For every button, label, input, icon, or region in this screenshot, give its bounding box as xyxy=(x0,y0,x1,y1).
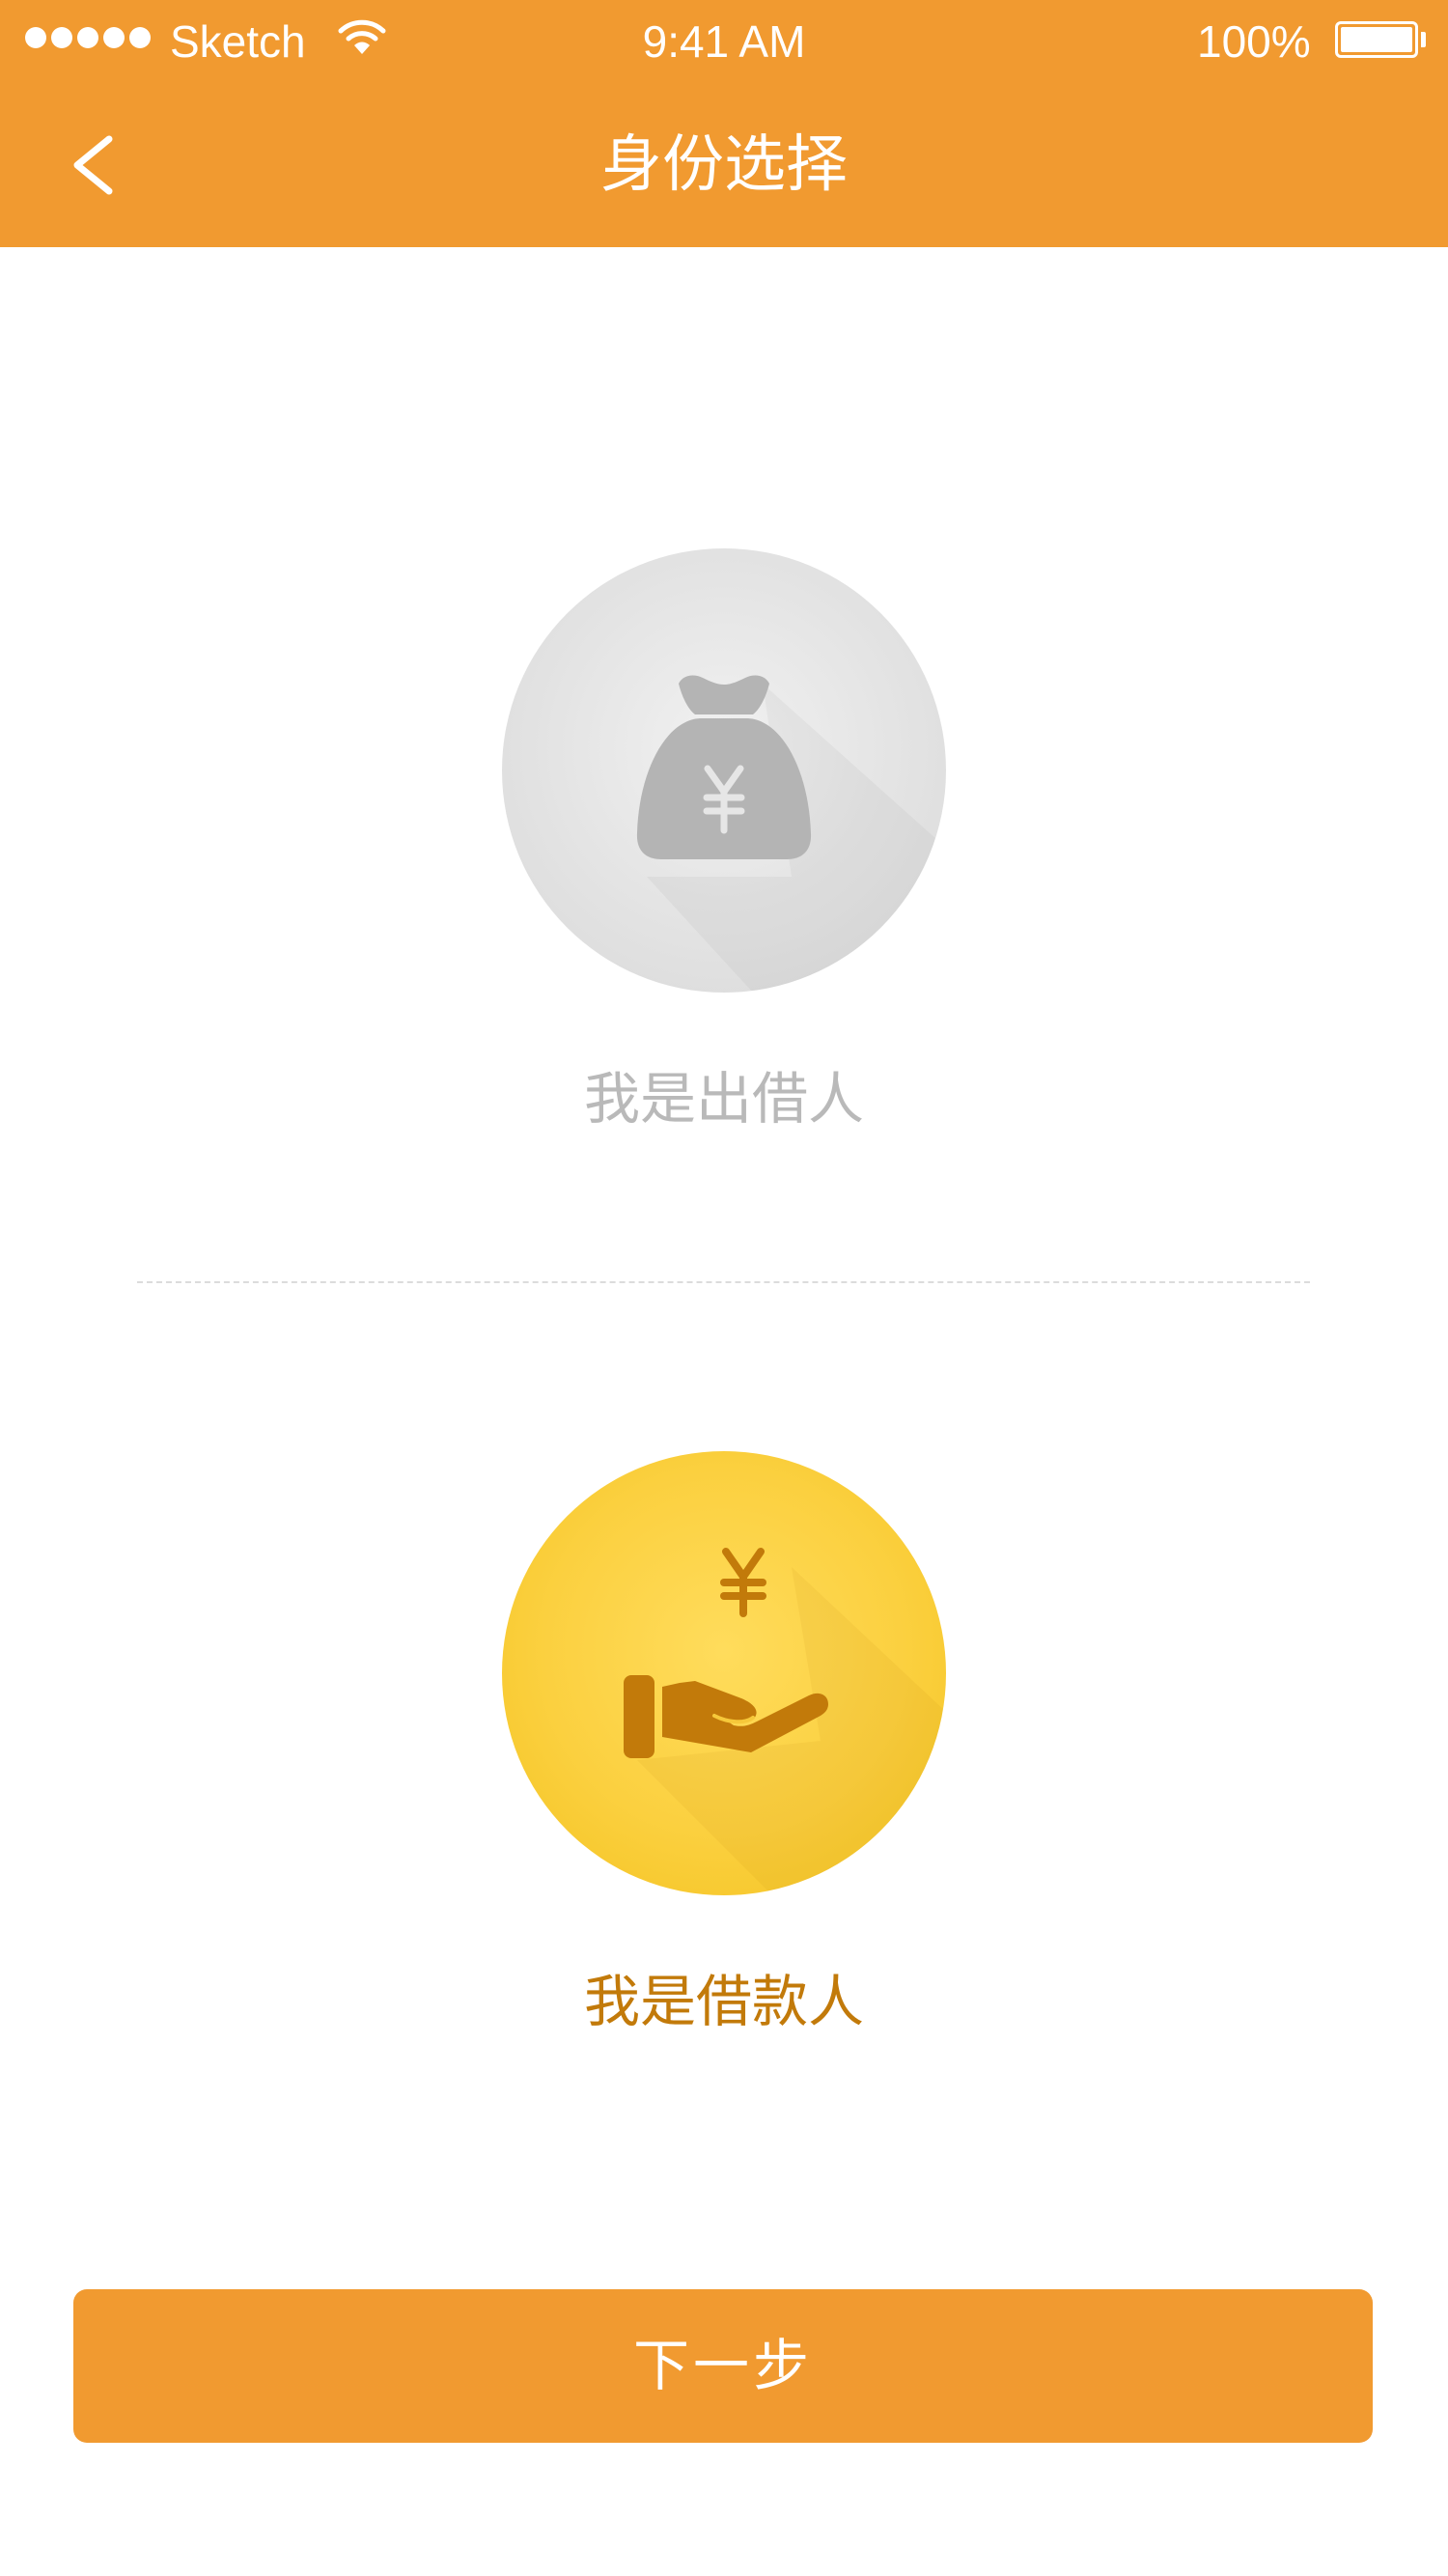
lender-circle xyxy=(502,548,946,993)
nav-bar: 身份选择 xyxy=(0,83,1448,247)
hand-receiving-yen-icon xyxy=(624,1548,946,1895)
borrower-circle xyxy=(502,1451,946,1895)
battery-level xyxy=(1341,27,1412,52)
next-step-button[interactable]: 下一步 xyxy=(73,2289,1373,2443)
page-title: 身份选择 xyxy=(600,129,848,201)
role-label-borrower: 我是借款人 xyxy=(583,1969,864,2034)
role-option-lender[interactable]: 我是出借人 xyxy=(434,548,1014,1137)
battery-tip xyxy=(1421,32,1426,47)
role-label-lender: 我是出借人 xyxy=(583,1066,864,1132)
money-bag-yen-icon xyxy=(636,675,812,859)
battery-icon xyxy=(1335,21,1418,58)
divider xyxy=(137,1281,1310,1283)
screen: Sketch 9:41 AM 100% 身份选择 我是出借人 我是借款人 下一步 xyxy=(0,0,1448,2576)
status-bar: Sketch 9:41 AM 100% xyxy=(0,0,1448,83)
battery-percentage: 100% xyxy=(1197,16,1311,67)
header: Sketch 9:41 AM 100% 身份选择 xyxy=(0,0,1448,247)
role-option-borrower[interactable]: 我是借款人 xyxy=(434,1451,1014,2040)
